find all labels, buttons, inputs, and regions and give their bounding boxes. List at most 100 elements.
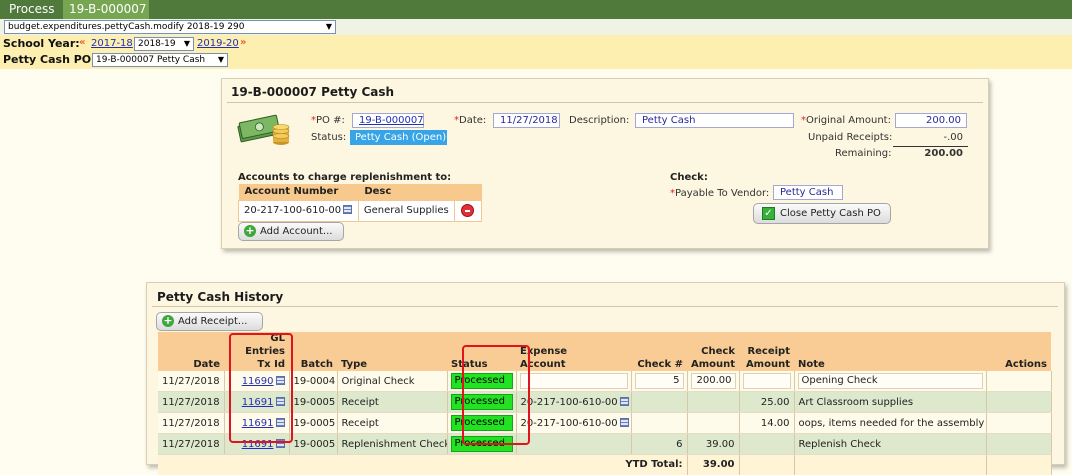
date-field[interactable]: 11/27/2018 bbox=[493, 113, 560, 128]
checkmark-icon: ✓ bbox=[762, 206, 775, 220]
payable-to-label: *Payable To Vendor: bbox=[670, 188, 770, 199]
row-expense-account bbox=[516, 433, 632, 455]
po-number-link[interactable]: 19-B-000007 bbox=[359, 115, 424, 126]
col-check-no: Check # bbox=[631, 332, 687, 371]
row-batch: 19-0005 bbox=[289, 412, 338, 434]
school-year-label: School Year: bbox=[3, 37, 80, 50]
description-field[interactable]: Petty Cash bbox=[635, 113, 794, 128]
row-date: 11/27/2018 bbox=[158, 433, 225, 455]
module-row: budget.expenditures.pettyCash.modify 201… bbox=[0, 19, 1072, 35]
row-receipt-amount bbox=[739, 433, 795, 455]
date-label: *Date: bbox=[454, 115, 487, 126]
next-year-link[interactable]: 2019-20 bbox=[197, 38, 239, 49]
row-actions bbox=[986, 391, 1052, 413]
row-note: Art Classroom supplies bbox=[794, 391, 987, 413]
row-expense-account: 20-217-100-610-00 bbox=[516, 412, 632, 434]
col-note-label: Note bbox=[798, 359, 825, 370]
check-amount-value: 200.00 bbox=[690, 373, 736, 389]
check-no-value: 5 bbox=[634, 373, 684, 389]
original-amount-field[interactable]: 200.00 bbox=[895, 113, 967, 128]
row-date: 11/27/2018 bbox=[158, 391, 225, 413]
row-actions bbox=[986, 412, 1052, 434]
row-check-amount: 39.00 bbox=[687, 433, 740, 455]
row-check-no: 6 bbox=[631, 433, 688, 455]
process-label: Process bbox=[9, 2, 55, 16]
receipt-amount-value bbox=[742, 373, 791, 389]
ytd-total-value: 39.00 bbox=[687, 454, 740, 475]
unpaid-receipts-label: Unpaid Receipts: bbox=[808, 132, 893, 143]
petty-cash-po-select[interactable]: 19-B-000007 Petty Cash ▼ bbox=[92, 53, 228, 67]
account-number-cell[interactable]: 20-217-100-610-00 bbox=[238, 199, 359, 222]
school-year-value: 2018-19 bbox=[138, 39, 176, 49]
ytd-total-row: YTD Total: 39.00 bbox=[158, 454, 1052, 475]
status-badge: Petty Cash (Open) bbox=[350, 130, 447, 145]
petty-cash-po-label: Petty Cash PO: bbox=[3, 53, 96, 66]
delete-icon[interactable] bbox=[461, 204, 475, 217]
account-lookup-icon[interactable] bbox=[619, 396, 629, 406]
account-desc-cell: General Supplies bbox=[357, 199, 455, 222]
account-lookup-icon[interactable] bbox=[343, 205, 353, 214]
col-chk-label-1: Check bbox=[701, 346, 735, 357]
po-number-label: *PO #: bbox=[311, 115, 345, 126]
desc-header: Desc bbox=[358, 184, 455, 200]
next-year-arrow[interactable]: » bbox=[240, 37, 246, 48]
add-account-label: Add Account... bbox=[260, 226, 333, 237]
remaining-value: 200.00 bbox=[924, 148, 963, 159]
module-select[interactable]: budget.expenditures.pettyCash.modify 201… bbox=[4, 20, 336, 34]
expense-account-value bbox=[519, 373, 628, 389]
ytd-empty bbox=[739, 454, 795, 475]
record-tab[interactable]: 19-B-000007 bbox=[63, 0, 149, 19]
remaining-label: Remaining: bbox=[835, 148, 892, 159]
col-rec-label-2: Amount bbox=[745, 359, 790, 370]
row-receipt-amount bbox=[739, 371, 795, 392]
row-actions bbox=[986, 433, 1052, 455]
account-number-header: Account Number bbox=[238, 184, 359, 200]
original-amount-label: *Original Amount: bbox=[801, 115, 891, 126]
col-batch: Batch bbox=[289, 332, 337, 371]
ytd-empty bbox=[986, 454, 1052, 475]
row-type: Replenishment Check bbox=[337, 433, 448, 455]
accounts-heading: Accounts to charge replenishment to: bbox=[238, 172, 452, 183]
payable-to-field[interactable]: Petty Cash bbox=[773, 185, 843, 200]
plus-icon: + bbox=[244, 224, 256, 237]
add-account-button[interactable]: + Add Account... bbox=[238, 222, 344, 241]
chevron-down-icon: ▼ bbox=[325, 22, 332, 31]
chevron-down-icon: ▼ bbox=[183, 39, 190, 48]
col-check-amount: Check Amount bbox=[687, 332, 739, 371]
po-number-field[interactable]: 19-B-000007 bbox=[352, 113, 424, 128]
col-note: Note bbox=[794, 332, 986, 371]
delete-cell bbox=[453, 199, 483, 222]
row-type: Original Check bbox=[337, 371, 448, 392]
add-receipt-button[interactable]: + Add Receipt... bbox=[156, 312, 263, 331]
money-icon bbox=[237, 114, 290, 145]
col-batch-label: Batch bbox=[300, 359, 333, 370]
close-petty-cash-po-button[interactable]: ✓ Close Petty Cash PO bbox=[753, 203, 891, 224]
account-row: 20-217-100-610-00 General Supplies bbox=[238, 199, 483, 222]
school-year-select[interactable]: 2018-19 ▼ bbox=[134, 37, 194, 51]
col-check-no-label: Check # bbox=[637, 359, 683, 370]
col-type: Type bbox=[337, 332, 447, 371]
account-lookup-icon[interactable] bbox=[619, 417, 629, 427]
module-select-value: budget.expenditures.pettyCash.modify 201… bbox=[8, 22, 245, 32]
row-check-amount bbox=[687, 391, 740, 413]
account-number-value: 20-217-100-610-00 bbox=[244, 205, 342, 216]
prev-year-arrow[interactable]: « bbox=[79, 37, 85, 48]
col-rec-label-1: Receipt bbox=[747, 346, 790, 357]
ytd-total-label: YTD Total: bbox=[158, 454, 688, 475]
filter-band: School Year: « 2017-18 2018-19 ▼ 2019-20… bbox=[0, 35, 1072, 69]
note-value: Opening Check bbox=[797, 373, 983, 389]
col-chk-label-2: Amount bbox=[691, 359, 736, 370]
divider bbox=[152, 306, 1058, 307]
close-po-label: Close Petty Cash PO bbox=[780, 208, 881, 219]
row-date: 11/27/2018 bbox=[158, 412, 225, 434]
row-check-amount: 200.00 bbox=[687, 371, 740, 392]
divider bbox=[227, 102, 983, 103]
prev-year-link[interactable]: 2017-18 bbox=[91, 38, 133, 49]
ytd-empty bbox=[794, 454, 987, 475]
col-expense-account: Expense Account bbox=[516, 332, 631, 371]
expense-account-value: 20-217-100-610-00 bbox=[520, 396, 618, 408]
row-note: oops, items needed for the assembly bbox=[794, 412, 987, 434]
row-note: Opening Check bbox=[794, 371, 987, 392]
top-bar: Process 19-B-000007 bbox=[0, 0, 1072, 19]
po-number-label-text: PO #: bbox=[316, 115, 345, 126]
